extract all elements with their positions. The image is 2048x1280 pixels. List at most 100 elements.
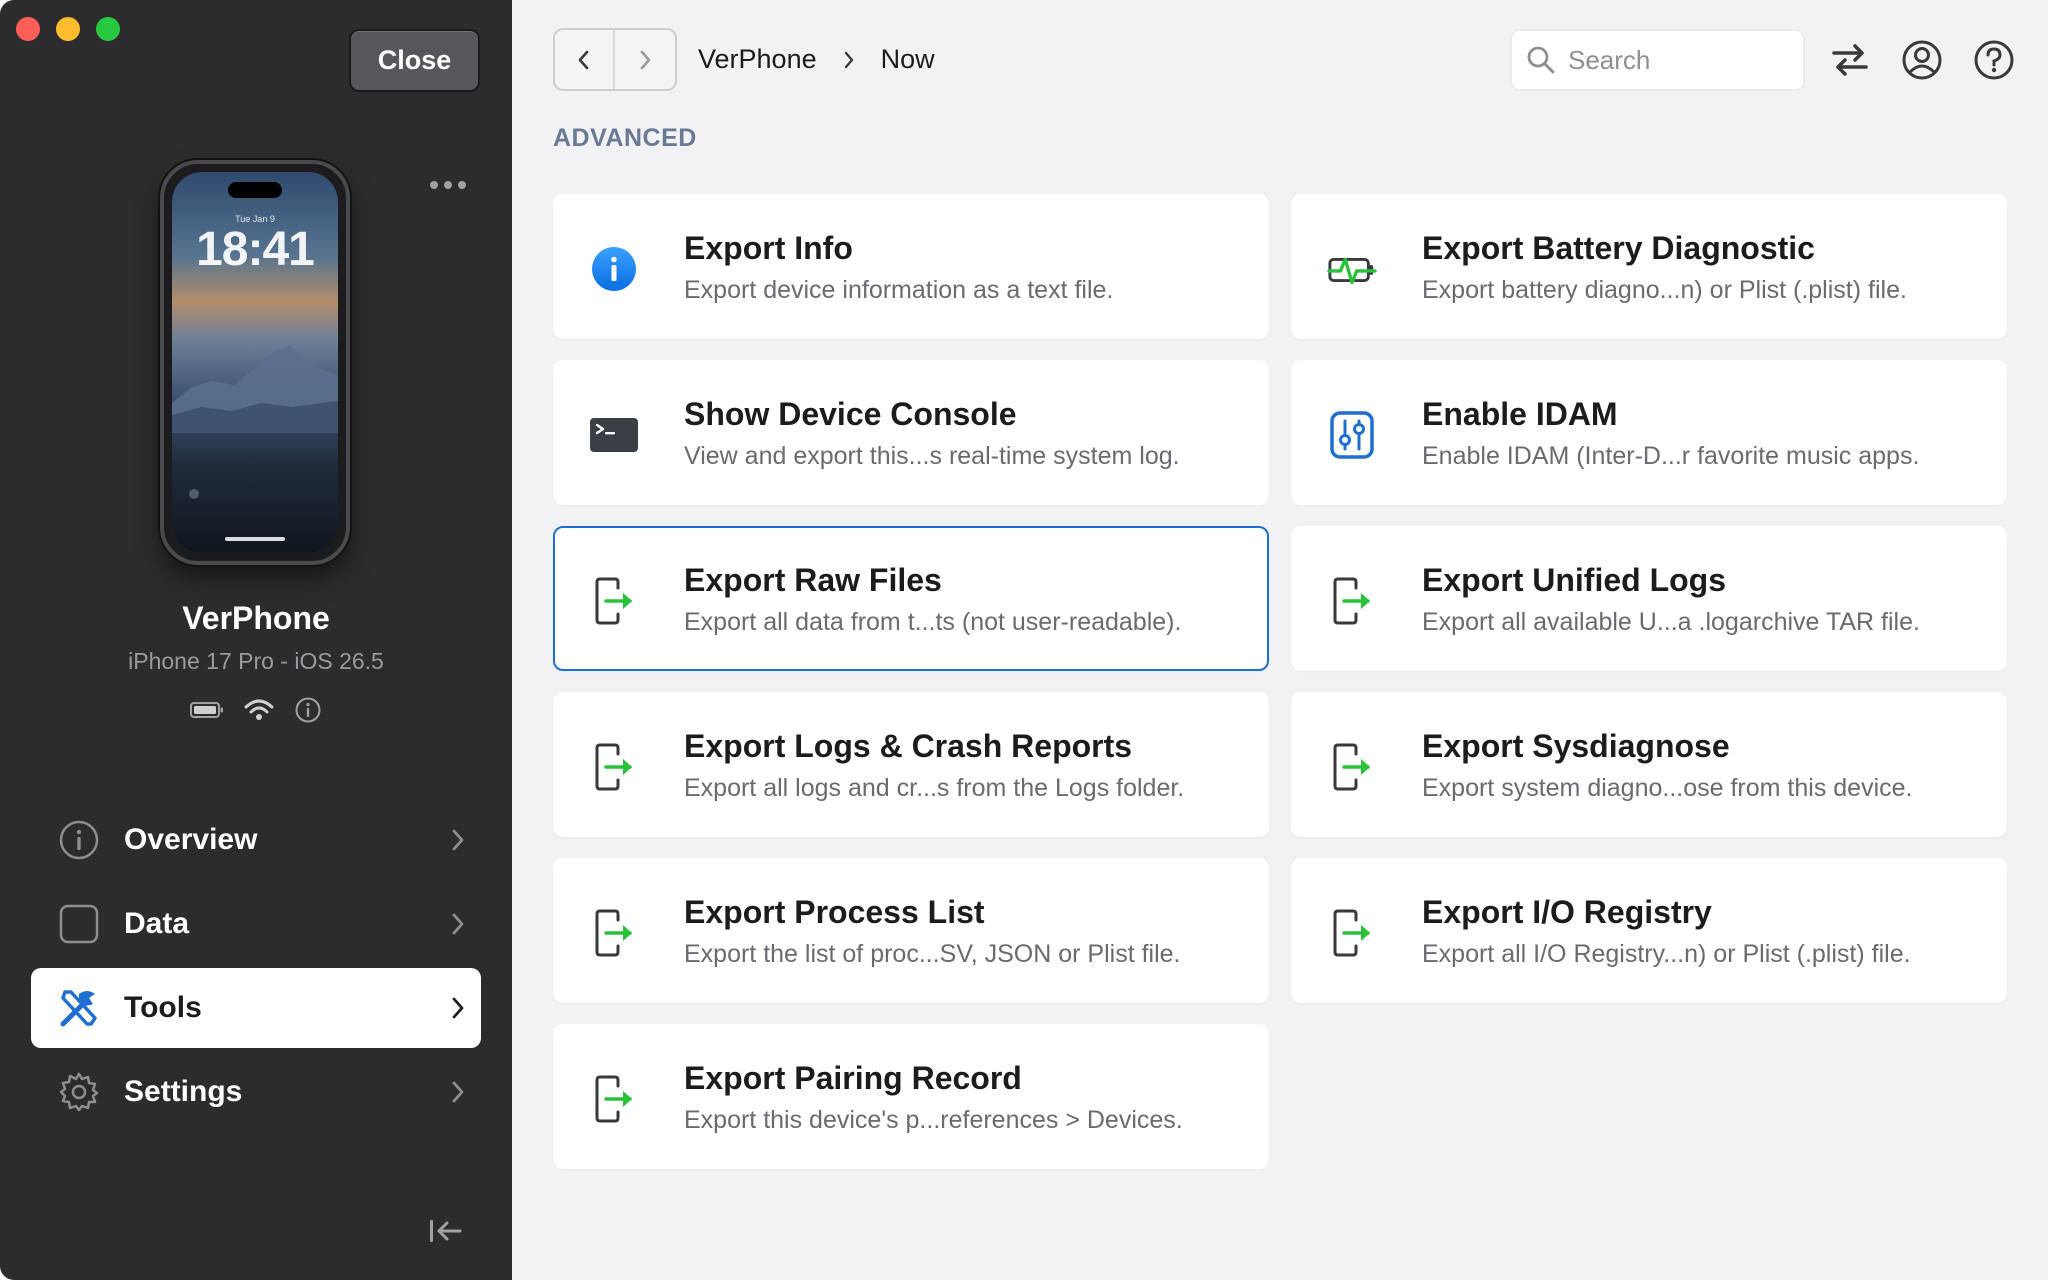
tool-card-title: Export Raw Files xyxy=(684,562,942,598)
window-controls xyxy=(16,17,120,41)
device-image: Tue Jan 9 18:41 xyxy=(160,160,350,565)
tool-card-title: Export Battery Diagnostic xyxy=(1422,230,1815,266)
forward-button[interactable] xyxy=(615,30,675,89)
device-info-icon[interactable] xyxy=(294,696,322,724)
sidebar-item-settings[interactable]: Settings xyxy=(31,1052,481,1132)
export-icon xyxy=(589,742,639,792)
sidebar-item-label: Data xyxy=(124,907,190,940)
tool-card-show-device-console[interactable]: Show Device Console View and export this… xyxy=(553,360,1269,505)
gear-icon xyxy=(57,1070,101,1114)
tool-card-export-unified-logs[interactable]: Export Unified Logs Export all available… xyxy=(1291,526,2007,671)
tool-card-description: Export all I/O Registry...n) or Plist (.… xyxy=(1422,940,1911,968)
tool-card-title: Export Logs & Crash Reports xyxy=(684,728,1133,764)
tool-card-description: Enable IDAM (Inter-D...r favorite music … xyxy=(1422,442,1920,470)
section-title: ADVANCED xyxy=(553,124,697,152)
wallpaper-mountain xyxy=(172,345,338,433)
export-icon xyxy=(1327,576,1377,626)
tool-card-title: Export Info xyxy=(684,230,853,266)
tool-card-description: Export all data from t...ts (not user-re… xyxy=(684,608,1182,636)
sidebar-item-label: Overview xyxy=(124,823,258,856)
breadcrumb-item[interactable]: Now xyxy=(881,44,935,75)
sidebar-nav: Overview Data Tools Settings xyxy=(31,800,481,1136)
export-icon xyxy=(1327,742,1377,792)
breadcrumb-item[interactable]: VerPhone xyxy=(698,44,817,75)
tool-card-export-battery-diagnostic[interactable]: Export Battery Diagnostic Export battery… xyxy=(1291,194,2007,339)
transfer-icon[interactable] xyxy=(1828,38,1872,82)
sidebar: Close Tue Jan 9 18:41 VerPhone iPhone 17… xyxy=(0,0,512,1280)
toolbar-icons xyxy=(1828,38,2016,82)
tool-card-export-logs-crash-reports[interactable]: Export Logs & Crash Reports Export all l… xyxy=(553,692,1269,837)
close-window-button[interactable] xyxy=(16,17,40,41)
dynamic-island xyxy=(228,182,282,198)
tool-card-description: Export all available U...a .logarchive T… xyxy=(1422,608,1920,636)
home-indicator xyxy=(225,537,285,541)
tool-card-export-raw-files[interactable]: Export Raw Files Export all data from t.… xyxy=(553,526,1269,671)
tool-card-export-pairing-record[interactable]: Export Pairing Record Export this device… xyxy=(553,1024,1269,1169)
help-icon[interactable] xyxy=(1972,38,2016,82)
chevron-right-icon xyxy=(452,997,464,1019)
sliders-icon xyxy=(1327,410,1377,460)
device-name: VerPhone xyxy=(182,600,330,636)
tool-card-enable-idam[interactable]: Enable IDAM Enable IDAM (Inter-D...r fav… xyxy=(1291,360,2007,505)
battery-pulse-icon xyxy=(1327,244,1377,294)
zoom-window-button[interactable] xyxy=(96,17,120,41)
chevron-right-icon xyxy=(452,829,464,851)
more-options-icon[interactable] xyxy=(430,170,466,200)
tool-card-export-process-list[interactable]: Export Process List Export the list of p… xyxy=(553,858,1269,1003)
main-content: VerPhone Now ADVANCED Export Info Export… xyxy=(512,0,2048,1280)
sidebar-item-label: Tools xyxy=(124,991,202,1024)
breadcrumb: VerPhone Now xyxy=(698,44,935,75)
device-model: iPhone 17 Pro - iOS 26.5 xyxy=(128,648,384,674)
tool-card-title: Export Process List xyxy=(684,894,985,930)
tool-card-title: Export Sysdiagnose xyxy=(1422,728,1730,764)
flashlight-icon xyxy=(189,489,199,499)
chevron-right-icon xyxy=(843,50,855,70)
export-icon xyxy=(589,908,639,958)
sidebar-item-data[interactable]: Data xyxy=(31,884,481,964)
tool-card-title: Export Unified Logs xyxy=(1422,562,1726,598)
tool-card-description: Export system diagno...ose from this dev… xyxy=(1422,774,1913,802)
sidebar-item-label: Settings xyxy=(124,1075,243,1108)
search-input[interactable] xyxy=(1568,44,1788,76)
tool-card-description: Export battery diagno...n) or Plist (.pl… xyxy=(1422,276,1907,304)
search-box[interactable] xyxy=(1510,29,1805,91)
tool-card-description: View and export this...s real-time syste… xyxy=(684,442,1180,470)
wifi-icon xyxy=(244,698,274,722)
device-status-row xyxy=(0,696,512,724)
tool-card-title: Export I/O Registry xyxy=(1422,894,1712,930)
tool-card-description: Export device information as a text file… xyxy=(684,276,1114,304)
lock-screen-time: 18:41 xyxy=(196,223,315,276)
chevron-right-icon xyxy=(640,50,651,69)
close-button[interactable]: Close xyxy=(349,29,480,92)
sidebar-item-tools[interactable]: Tools xyxy=(31,968,481,1048)
device-lock-screen: Tue Jan 9 18:41 xyxy=(172,172,338,553)
tool-card-export-sysdiagnose[interactable]: Export Sysdiagnose Export system diagno.… xyxy=(1291,692,2007,837)
tool-card-description: Export the list of proc...SV, JSON or Pl… xyxy=(684,940,1181,968)
chevron-right-icon xyxy=(452,913,464,935)
terminal-icon xyxy=(589,410,639,460)
export-icon xyxy=(589,1074,639,1124)
minimize-window-button[interactable] xyxy=(56,17,80,41)
sidebar-item-overview[interactable]: Overview xyxy=(31,800,481,880)
info-icon xyxy=(589,244,639,294)
tool-card-export-io-registry[interactable]: Export I/O Registry Export all I/O Regis… xyxy=(1291,858,2007,1003)
account-icon[interactable] xyxy=(1900,38,1944,82)
export-icon xyxy=(1327,908,1377,958)
collapse-sidebar-icon[interactable] xyxy=(428,1216,464,1251)
tool-card-title: Enable IDAM xyxy=(1422,396,1618,432)
square-icon xyxy=(57,902,101,946)
tool-card-title: Show Device Console xyxy=(684,396,1017,432)
battery-icon xyxy=(190,701,224,719)
info-circle-icon xyxy=(57,818,101,862)
search-icon xyxy=(1527,46,1555,74)
export-icon xyxy=(589,576,639,626)
tools-grid: Export Info Export device information as… xyxy=(553,194,2007,1169)
tool-card-description: Export all logs and cr...s from the Logs… xyxy=(684,774,1185,802)
back-button[interactable] xyxy=(555,30,615,89)
tool-card-export-info[interactable]: Export Info Export device information as… xyxy=(553,194,1269,339)
tool-card-title: Export Pairing Record xyxy=(684,1060,1022,1096)
chevron-left-icon xyxy=(578,50,589,69)
chevron-right-icon xyxy=(452,1081,464,1103)
history-navigation xyxy=(553,28,677,91)
tools-icon xyxy=(57,986,101,1030)
